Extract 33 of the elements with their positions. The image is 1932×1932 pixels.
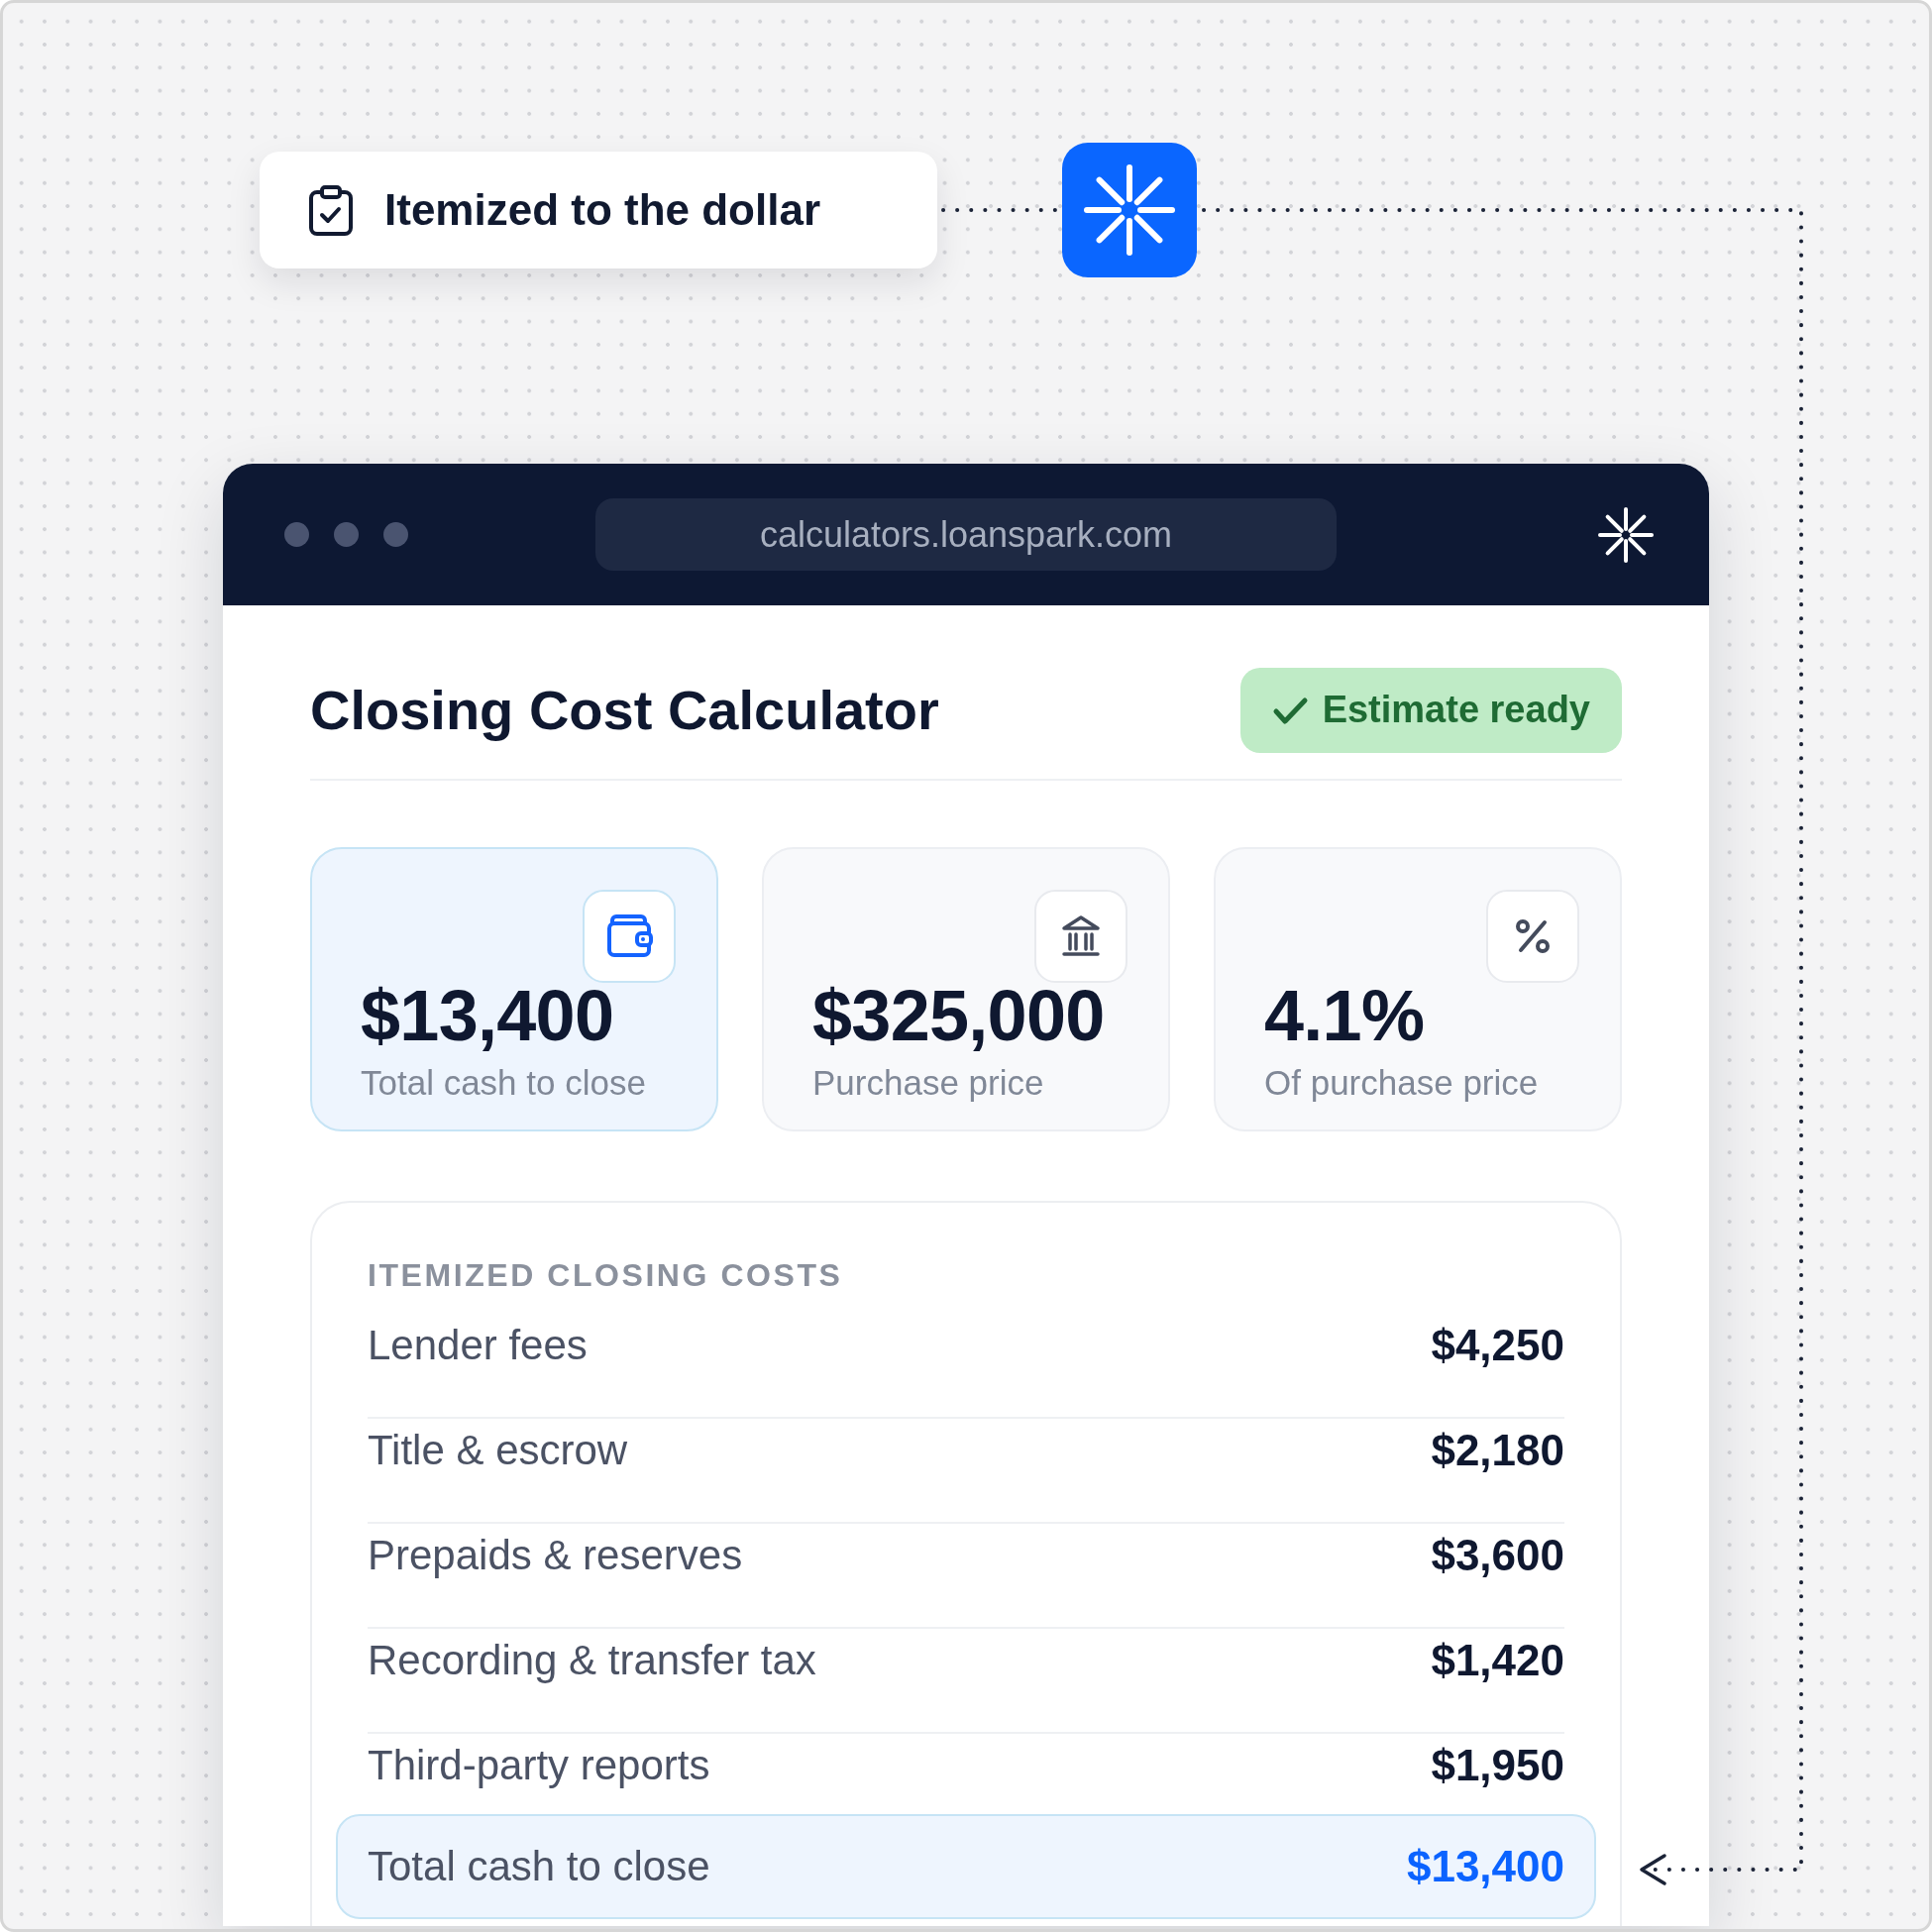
check-icon: [1271, 695, 1309, 726]
cost-label: Prepaids & reserves: [368, 1531, 743, 1581]
window-dot-icon: [284, 522, 309, 547]
cost-label: Title & escrow: [368, 1426, 628, 1476]
stat-value: 4.1%: [1264, 980, 1426, 1051]
section-heading: ITEMIZED CLOSING COSTS: [368, 1256, 844, 1295]
address-bar[interactable]: calculators.loanspark.com: [595, 498, 1337, 571]
sparkle-icon: [1062, 143, 1197, 277]
stat-label: Total cash to close: [361, 1062, 647, 1104]
cost-amount: $1,950: [1431, 1741, 1564, 1791]
cost-label: Recording & transfer tax: [368, 1636, 816, 1686]
window-dot-icon: [334, 522, 359, 547]
cost-label: Third-party reports: [368, 1741, 710, 1791]
cost-amount: $2,180: [1431, 1426, 1564, 1476]
callout-text: Itemized to the dollar: [384, 183, 821, 236]
total-amount: $13,400: [1406, 1842, 1564, 1892]
bank-icon: [1034, 890, 1127, 983]
page-title: Closing Cost Calculator: [310, 678, 939, 744]
percent-icon: [1486, 890, 1579, 983]
total-label: Total cash to close: [368, 1842, 710, 1892]
stat-label: Of purchase price: [1264, 1062, 1540, 1104]
stat-value: $325,000: [812, 980, 1106, 1051]
cost-label: Lender fees: [368, 1321, 588, 1371]
stat-value: $13,400: [361, 980, 615, 1051]
cost-amount: $1,420: [1431, 1636, 1564, 1686]
cost-amount: $3,600: [1431, 1531, 1564, 1581]
wallet-icon: [583, 890, 676, 983]
sparkle-icon: [1598, 506, 1654, 563]
clipboard-check-icon: [308, 184, 354, 236]
status-text: Estimate ready: [1322, 688, 1590, 733]
window-dot-icon: [383, 522, 408, 547]
cost-amount: $4,250: [1431, 1321, 1564, 1371]
stat-label: Purchase price: [812, 1062, 1045, 1104]
